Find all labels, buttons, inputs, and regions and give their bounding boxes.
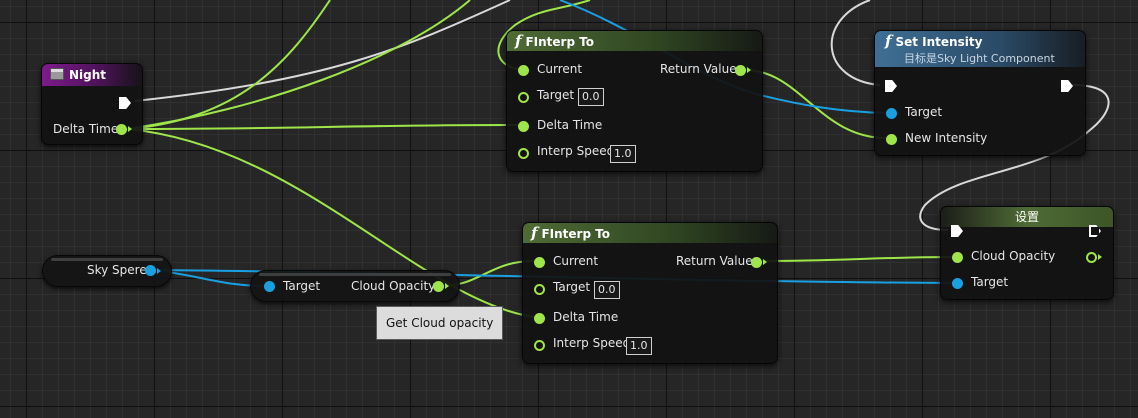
set-intensity-new-intensity-label: New Intensity <box>905 131 988 145</box>
finterp-bottom-return-pin[interactable] <box>751 257 762 268</box>
night-event-header[interactable]: Night <box>42 64 142 86</box>
set-variable-header[interactable]: 设置 <box>941 207 1113 227</box>
float-wire-return-to-cloud-opacity <box>760 256 956 262</box>
get-cloud-opacity-node[interactable]: Target Cloud Opacity <box>250 270 460 302</box>
set-intensity-exec-out-pin[interactable] <box>1061 80 1073 92</box>
set-variable-cloud-label: Cloud Opacity <box>971 249 1056 263</box>
set-intensity-title: Set Intensity <box>895 35 983 49</box>
finterp-bottom-delta-pin[interactable] <box>534 313 545 324</box>
finterp-top-node[interactable]: f FInterp To Current Return Value Target … <box>506 30 763 172</box>
float-wire-return-to-new-intensity <box>744 69 887 139</box>
sky-spere-out-pin[interactable] <box>145 265 156 276</box>
set-variable-cloud-out-arrow <box>1098 254 1102 260</box>
exec-wire-set-intensity-loop-in <box>830 0 881 86</box>
finterp-top-return-pin[interactable] <box>735 65 746 76</box>
get-cloud-tooltip: Get Cloud opacity <box>376 306 504 340</box>
set-intensity-node[interactable]: f Set Intensity 目标是Sky Light Component Ta… <box>874 30 1086 156</box>
finterp-bottom-delta-label: Delta Time <box>553 310 619 324</box>
function-icon: f <box>531 224 538 242</box>
set-variable-title: 设置 <box>1014 210 1039 224</box>
finterp-top-target-label: Target <box>537 88 575 102</box>
finterp-bottom-node[interactable]: f FInterp To Current Return Value Target … <box>522 222 778 364</box>
set-variable-cloud-out-pin[interactable] <box>1086 252 1097 263</box>
set-intensity-new-intensity-pin[interactable] <box>886 134 897 145</box>
set-variable-node[interactable]: 设置 Cloud Opacity Target <box>940 206 1114 300</box>
night-delta-time-pin[interactable] <box>116 124 127 135</box>
finterp-top-speed-pin[interactable] <box>518 148 529 159</box>
night-delta-time-arrow <box>128 126 132 132</box>
set-intensity-target-pin[interactable] <box>886 108 897 119</box>
finterp-top-speed-label: Interp Speed <box>537 144 615 158</box>
finterp-bottom-return-label: Return Value <box>676 254 753 268</box>
get-cloud-target-label: Target <box>283 279 321 293</box>
finterp-top-current-label: Current <box>537 62 583 76</box>
set-variable-target-label: Target <box>971 275 1009 289</box>
night-exec-out-pin[interactable] <box>119 97 131 109</box>
night-delta-time-label: Delta Time <box>53 122 119 136</box>
finterp-bottom-target-field[interactable]: 0.0 <box>594 281 620 299</box>
night-event-title: Night <box>69 68 107 82</box>
finterp-top-target-field[interactable]: 0.0 <box>578 88 604 106</box>
finterp-top-current-pin[interactable] <box>518 65 529 76</box>
finterp-bottom-current-label: Current <box>553 254 599 268</box>
night-event-node[interactable]: Night Delta Time <box>41 63 143 145</box>
set-intensity-header[interactable]: f Set Intensity 目标是Sky Light Component <box>875 31 1085 67</box>
set-intensity-exec-in-pin[interactable] <box>885 80 897 92</box>
finterp-top-header[interactable]: f FInterp To <box>507 31 762 51</box>
get-cloud-output-label: Cloud Opacity <box>351 279 436 293</box>
pill-sheen <box>259 273 451 276</box>
set-variable-target-pin[interactable] <box>952 278 963 289</box>
finterp-bottom-speed-pin[interactable] <box>534 340 545 351</box>
finterp-bottom-return-arrow <box>763 259 767 265</box>
get-cloud-target-pin[interactable] <box>264 281 275 292</box>
finterp-bottom-target-pin[interactable] <box>534 284 545 295</box>
sky-spere-out-arrow <box>157 268 161 274</box>
finterp-top-target-pin[interactable] <box>518 92 529 103</box>
finterp-top-title: FInterp To <box>525 35 595 49</box>
set-intensity-subtitle: 目标是Sky Light Component <box>904 52 1055 65</box>
finterp-bottom-title: FInterp To <box>541 227 611 241</box>
finterp-top-delta-label: Delta Time <box>537 118 603 132</box>
float-wire-delta-up-2 <box>126 0 471 130</box>
function-icon: f <box>515 32 522 50</box>
sky-spere-variable-node[interactable]: Sky Spere <box>42 255 172 287</box>
function-icon: f <box>885 32 892 50</box>
finterp-bottom-speed-label: Interp Speed <box>553 336 631 350</box>
finterp-bottom-target-label: Target <box>553 280 591 294</box>
finterp-bottom-speed-field[interactable]: 1.0 <box>626 337 652 355</box>
finterp-top-delta-pin[interactable] <box>518 121 529 132</box>
finterp-top-return-label: Return Value <box>660 62 737 76</box>
get-cloud-output-arrow <box>445 283 449 289</box>
finterp-top-return-arrow <box>747 67 751 73</box>
finterp-top-speed-field[interactable]: 1.0 <box>610 145 636 163</box>
set-intensity-target-label: Target <box>905 105 943 119</box>
float-wire-delta-to-top-delta <box>126 124 519 130</box>
finterp-bottom-current-pin[interactable] <box>534 257 545 268</box>
set-variable-cloud-in-pin[interactable] <box>952 252 963 263</box>
event-icon <box>50 68 64 80</box>
exec-wire-night-to-set-intensity <box>134 0 511 102</box>
get-cloud-output-pin[interactable] <box>433 281 444 292</box>
pill-sheen <box>51 258 163 261</box>
finterp-bottom-header[interactable]: f FInterp To <box>523 223 777 243</box>
sky-spere-label: Sky Spere <box>87 263 147 277</box>
